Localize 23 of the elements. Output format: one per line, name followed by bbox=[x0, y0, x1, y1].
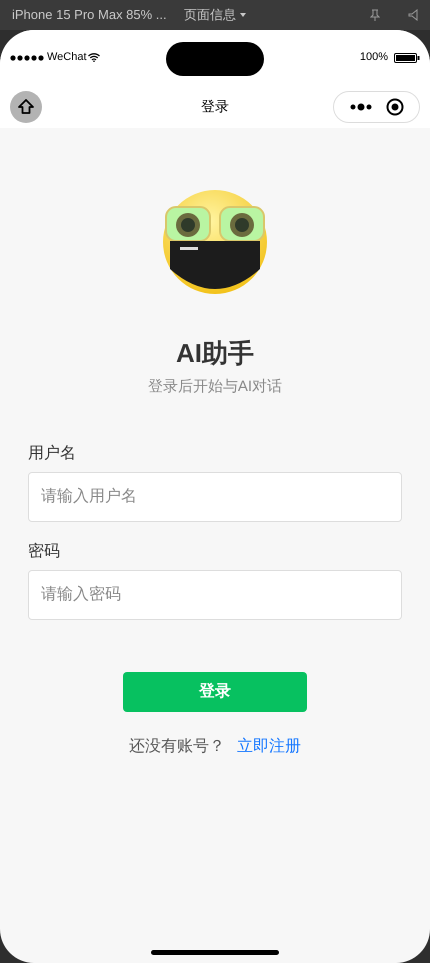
device-label[interactable]: iPhone 15 Pro Max 85% ... bbox=[12, 5, 184, 25]
nav-title: 登录 bbox=[200, 97, 230, 116]
page-info-menu[interactable]: 页面信息 bbox=[184, 5, 246, 25]
carrier-label: WeChat bbox=[47, 50, 87, 66]
speaker-icon[interactable] bbox=[408, 9, 418, 21]
input-field[interactable]: 请输入密码 bbox=[28, 570, 402, 620]
app-subtitle: 登录后开始与AI对话 bbox=[148, 377, 282, 397]
signal-icon bbox=[10, 54, 46, 60]
register-prompt: 还没有账号？ bbox=[129, 736, 225, 756]
more-icon[interactable] bbox=[348, 102, 373, 110]
register-link[interactable]: 立即注册 bbox=[237, 734, 301, 758]
field-label: 密码 bbox=[28, 542, 61, 562]
battery-icon bbox=[394, 52, 420, 62]
wifi-icon bbox=[88, 53, 100, 62]
battery-label: 100% bbox=[360, 50, 388, 66]
close-icon[interactable] bbox=[386, 98, 404, 116]
field-label: 用户名 bbox=[28, 444, 77, 464]
home-button[interactable] bbox=[10, 90, 42, 122]
pin-icon[interactable] bbox=[370, 9, 380, 21]
caret-icon bbox=[240, 13, 246, 17]
app-title: AI助手 bbox=[176, 337, 254, 369]
home-icon bbox=[17, 98, 35, 116]
input-field[interactable]: 请输入用户名 bbox=[28, 472, 402, 522]
